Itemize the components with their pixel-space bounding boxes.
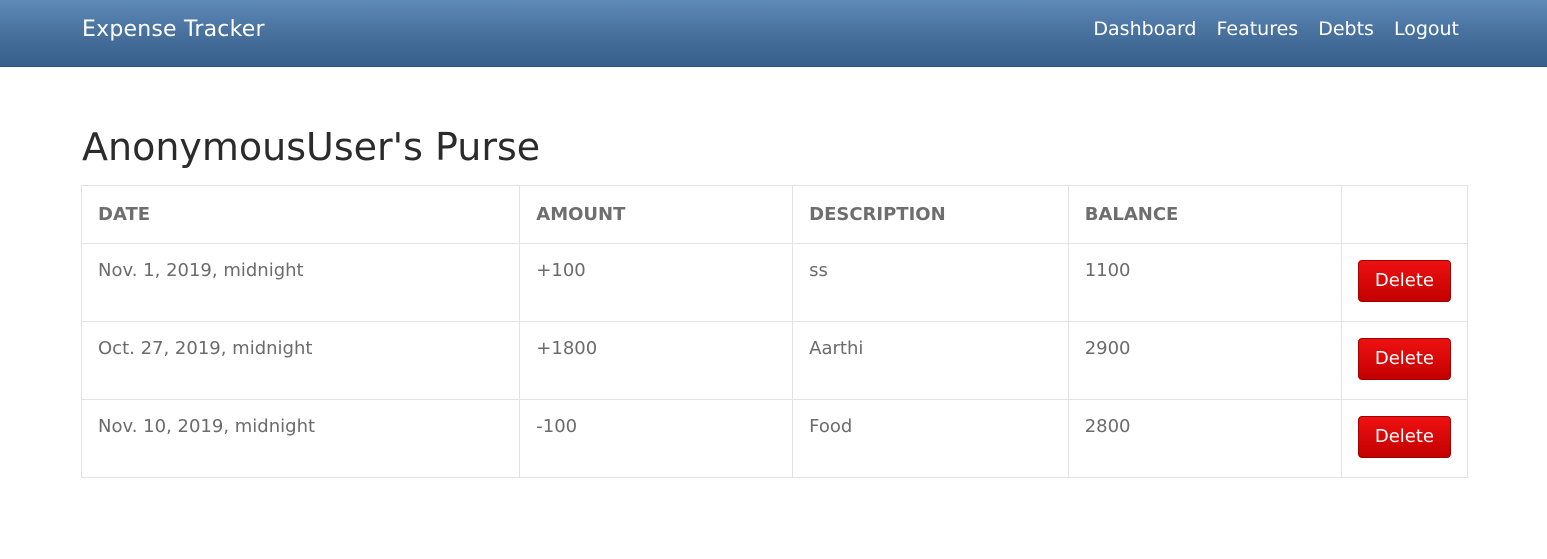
cell-description: ss bbox=[792, 243, 1069, 322]
cell-amount: -100 bbox=[519, 399, 794, 478]
nav-links: Dashboard Features Debts Logout bbox=[1083, 18, 1459, 40]
cell-amount: +100 bbox=[519, 243, 794, 322]
transactions-table: DATE AMOUNT DESCRIPTION BALANCE Nov. 1, … bbox=[80, 185, 1469, 478]
cell-date: Nov. 1, 2019, midnight bbox=[80, 243, 521, 322]
nav-link-logout[interactable]: Logout bbox=[1384, 18, 1459, 40]
nav-link-debts[interactable]: Debts bbox=[1308, 18, 1384, 40]
header-balance: BALANCE bbox=[1067, 185, 1342, 244]
delete-button[interactable]: Delete bbox=[1357, 338, 1451, 380]
table-row: Nov. 1, 2019, midnight +100 ss 1100 Dele… bbox=[80, 243, 1469, 322]
cell-balance: 2900 bbox=[1067, 321, 1342, 400]
header-actions bbox=[1340, 185, 1469, 244]
delete-button[interactable]: Delete bbox=[1357, 416, 1451, 458]
navbar: Expense Tracker Dashboard Features Debts… bbox=[0, 0, 1547, 67]
brand-link[interactable]: Expense Tracker bbox=[82, 17, 265, 42]
cell-description: Food bbox=[792, 399, 1069, 478]
header-amount: AMOUNT bbox=[519, 185, 794, 244]
cell-actions: Delete bbox=[1340, 243, 1469, 322]
cell-actions: Delete bbox=[1340, 321, 1469, 400]
table-row: Oct. 27, 2019, midnight +1800 Aarthi 290… bbox=[80, 321, 1469, 400]
cell-amount: +1800 bbox=[519, 321, 794, 400]
cell-balance: 2800 bbox=[1067, 399, 1342, 478]
nav-link-dashboard[interactable]: Dashboard bbox=[1083, 18, 1206, 40]
cell-date: Nov. 10, 2019, midnight bbox=[80, 399, 521, 478]
table-row: Nov. 10, 2019, midnight -100 Food 2800 D… bbox=[80, 399, 1469, 478]
nav-link-features[interactable]: Features bbox=[1207, 18, 1309, 40]
cell-description: Aarthi bbox=[792, 321, 1069, 400]
header-date: DATE bbox=[80, 185, 521, 244]
cell-balance: 1100 bbox=[1067, 243, 1342, 322]
header-description: DESCRIPTION bbox=[792, 185, 1069, 244]
delete-button[interactable]: Delete bbox=[1357, 260, 1451, 302]
table-header-row: DATE AMOUNT DESCRIPTION BALANCE bbox=[80, 185, 1469, 244]
cell-actions: Delete bbox=[1340, 399, 1469, 478]
page-title: AnonymousUser's Purse bbox=[82, 125, 541, 169]
cell-date: Oct. 27, 2019, midnight bbox=[80, 321, 521, 400]
